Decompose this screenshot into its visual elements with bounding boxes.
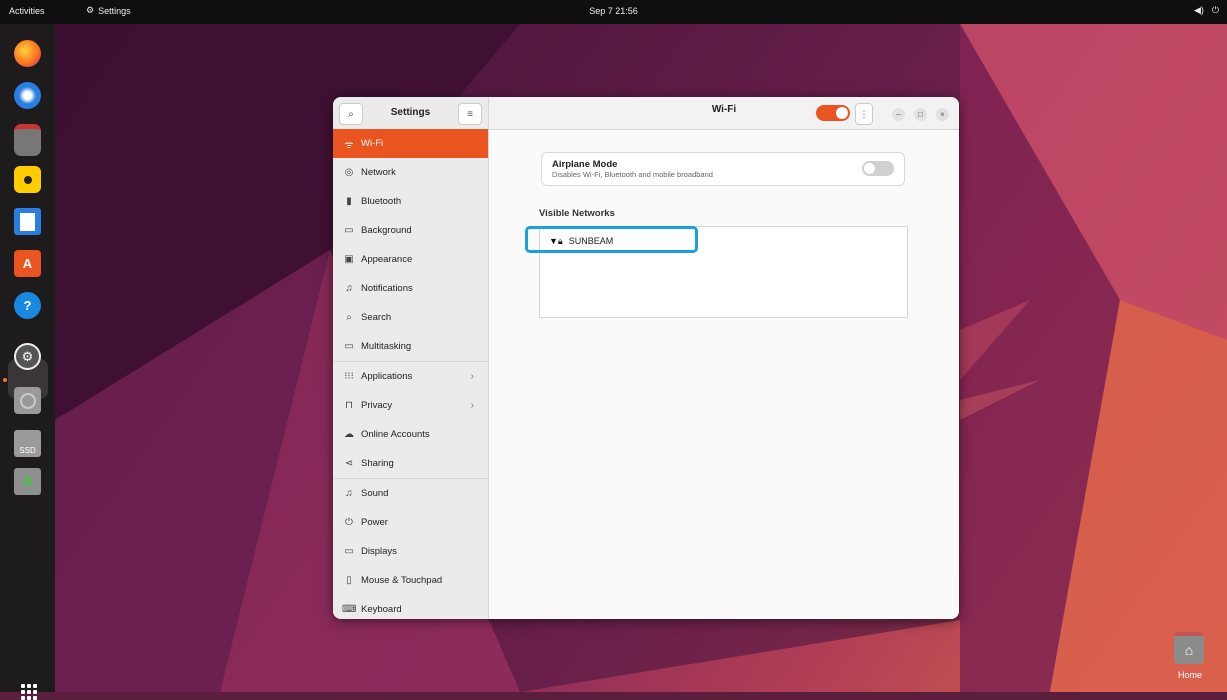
sidebar-item-label: Wi-Fi <box>361 138 384 149</box>
ssd-label: SSD <box>19 446 36 455</box>
keyboard-icon: ⌨ <box>342 604 357 615</box>
sidebar-item-label: Keyboard <box>361 604 402 615</box>
minimize-button[interactable]: – <box>892 108 905 121</box>
share-icon: ⋖ <box>344 458 354 469</box>
settings-sidebar: ⌕ Settings ≡ ᯤ Wi-Fi ◎ Network ▮ Bluetooth … <box>333 97 489 619</box>
chevron-right-icon: › <box>470 371 474 382</box>
multitasking-icon: ▭ <box>344 341 354 352</box>
hamburger-icon: ≡ <box>467 108 473 120</box>
minimize-icon: – <box>896 110 901 119</box>
home-folder-icon[interactable]: ⌂ <box>1174 632 1204 664</box>
airplane-mode-row: Airplane Mode Disables Wi-Fi, Bluetooth … <box>541 152 905 186</box>
lock-icon: ⊓ <box>345 400 353 411</box>
system-tray[interactable]: ◀) ⏻ <box>1194 5 1219 16</box>
airplane-mode-toggle[interactable] <box>862 161 894 176</box>
search-icon: ⌕ <box>346 312 352 323</box>
appearance-icon: ▣ <box>344 254 354 265</box>
sidebar-header: ⌕ Settings ≡ <box>333 97 488 130</box>
annotation-highlight <box>525 226 698 253</box>
sidebar-item-privacy[interactable]: ⊓ Privacy › <box>333 391 488 420</box>
kebab-menu-icon: ⋮ <box>859 108 869 119</box>
sidebar-item-search[interactable]: ⌕ Search <box>333 303 488 332</box>
sidebar-item-keyboard[interactable]: ⌨ Keyboard <box>333 595 488 619</box>
wifi-toggle[interactable] <box>816 105 850 121</box>
sidebar-item-label: Multitasking <box>361 341 412 352</box>
music-note-icon: ♫ <box>345 488 353 499</box>
sidebar-item-label: Displays <box>361 546 397 557</box>
disc-icon[interactable] <box>14 387 41 414</box>
menu-button[interactable]: ≡ <box>458 103 482 125</box>
sidebar-item-label: Background <box>361 225 412 236</box>
maximize-icon: □ <box>918 110 923 119</box>
bluetooth-icon: ▮ <box>346 196 352 207</box>
app-center-icon[interactable]: A <box>14 250 41 277</box>
thunderbird-icon[interactable] <box>14 82 41 109</box>
sidebar-item-label: Bluetooth <box>361 196 402 207</box>
sidebar-item-mouse-touchpad[interactable]: ▯ Mouse & Touchpad <box>333 566 488 595</box>
clock[interactable]: Sep 7 21:56 <box>0 6 1227 16</box>
sidebar-item-background[interactable]: ▭ Background <box>333 216 488 245</box>
cloud-icon: ☁ <box>344 429 354 440</box>
sidebar-item-displays[interactable]: ▭ Displays <box>333 537 488 566</box>
close-icon: × <box>940 110 945 119</box>
sidebar-item-network[interactable]: ◎ Network <box>333 158 488 187</box>
sidebar-item-label: Appearance <box>361 254 413 265</box>
sidebar-item-label: Sound <box>361 488 389 499</box>
airplane-mode-title: Airplane Mode <box>552 159 618 170</box>
help-icon[interactable]: ? <box>14 292 41 319</box>
sidebar-list: ᯤ Wi-Fi ◎ Network ▮ Bluetooth ▭ Background ▣… <box>333 129 488 619</box>
wifi-icon: ᯤ <box>344 139 354 151</box>
airplane-mode-subtitle: Disables Wi-Fi, Bluetooth and mobile bro… <box>552 170 713 179</box>
sidebar-item-multitasking[interactable]: ▭ Multitasking <box>333 332 488 361</box>
wifi-panel: Wi-Fi ⋮ – □ × Airplane Mode Disables Wi-… <box>489 97 959 619</box>
sidebar-item-applications[interactable]: ⁝⁝⁝ Applications › <box>333 362 488 391</box>
sidebar-item-label: Power <box>361 517 388 528</box>
sidebar-item-label: Network <box>361 167 396 178</box>
applications-icon: ⁝⁝⁝ <box>344 371 354 382</box>
sidebar-item-label: Sharing <box>361 458 394 469</box>
home-folder-label[interactable]: Home <box>1178 670 1202 680</box>
sidebar-item-label: Notifications <box>361 283 413 294</box>
network-icon: ◎ <box>344 167 354 178</box>
trash-icon[interactable]: ♻ <box>14 468 41 495</box>
sidebar-item-label: Online Accounts <box>361 429 430 440</box>
chevron-right-icon: › <box>470 400 474 411</box>
sidebar-item-power[interactable]: ⏻ Power <box>333 508 488 537</box>
volume-icon: ◀) <box>1193 5 1204 15</box>
sidebar-item-wifi[interactable]: ᯤ Wi-Fi <box>333 129 488 158</box>
dock: A ? ⚙ SSD ♻ <box>0 24 55 700</box>
firefox-icon[interactable] <box>14 40 41 67</box>
sidebar-item-sharing[interactable]: ⋖ Sharing <box>333 449 488 478</box>
visible-networks-heading: Visible Networks <box>539 208 615 219</box>
show-apps-button[interactable] <box>21 684 37 700</box>
libreoffice-writer-icon[interactable] <box>14 208 41 235</box>
files-icon[interactable] <box>14 124 41 156</box>
sidebar-item-label: Applications <box>361 371 413 382</box>
settings-window: ⌕ Settings ≡ ᯤ Wi-Fi ◎ Network ▮ Bluetooth … <box>333 97 959 619</box>
bell-icon: ♫ <box>345 283 353 294</box>
panel-header: Wi-Fi ⋮ – □ × <box>489 97 959 130</box>
rhythmbox-icon[interactable] <box>14 166 41 193</box>
top-bar: Activities ⚙ Settings Sep 7 21:56 ◀) ⏻ <box>0 0 1227 24</box>
background-icon: ▭ <box>344 225 354 236</box>
display-icon: ▭ <box>344 546 354 557</box>
maximize-button[interactable]: □ <box>914 108 927 121</box>
page-title: Wi-Fi <box>711 104 737 115</box>
running-indicator <box>3 378 7 382</box>
power-status-icon: ⏻ <box>1211 5 1219 15</box>
sidebar-item-bluetooth[interactable]: ▮ Bluetooth <box>333 187 488 216</box>
sidebar-item-sound[interactable]: ♫ Sound <box>333 479 488 508</box>
sidebar-item-appearance[interactable]: ▣ Appearance <box>333 245 488 274</box>
ssd-drive-icon[interactable]: SSD <box>14 430 41 457</box>
close-button[interactable]: × <box>936 108 949 121</box>
more-options-button[interactable]: ⋮ <box>855 103 873 125</box>
sidebar-item-label: Mouse & Touchpad <box>361 575 443 586</box>
power-icon: ⏻ <box>345 517 353 528</box>
mouse-icon: ▯ <box>346 575 352 586</box>
sidebar-item-notifications[interactable]: ♫ Notifications <box>333 274 488 303</box>
sidebar-item-online-accounts[interactable]: ☁ Online Accounts <box>333 420 488 449</box>
sidebar-item-label: Search <box>361 312 392 323</box>
settings-icon[interactable]: ⚙ <box>14 343 41 370</box>
sidebar-item-label: Privacy <box>361 400 393 411</box>
